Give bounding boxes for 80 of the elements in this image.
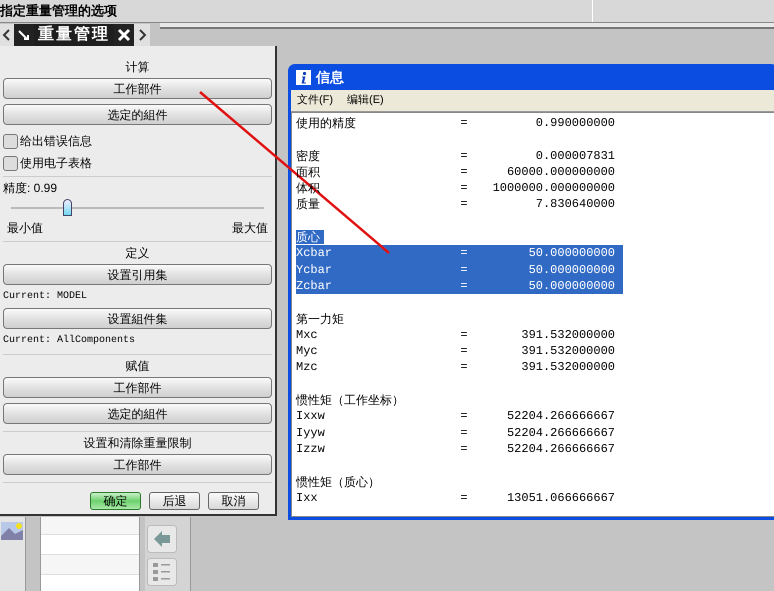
row-label: 质量 [296, 196, 321, 213]
row-label: Mzc [296, 359, 319, 376]
section-heading: 定义 [124, 245, 150, 262]
equals-sign: = [459, 148, 469, 164]
equals-sign: = [459, 164, 469, 180]
row-label: Izzw [296, 440, 326, 458]
equals-sign: = [459, 262, 469, 278]
row-label: 使用的精度 [296, 115, 357, 132]
row-value: 52204.266666667 [506, 424, 616, 441]
current-value-text: Current: MODEL [3, 290, 88, 304]
section-heading: 赋值 [124, 358, 150, 375]
row-value: 60000.000000000 [506, 164, 616, 180]
panel-button[interactable]: 设置引用集 [3, 264, 272, 285]
row-value: 391.532000000 [521, 343, 616, 360]
row-label: Ixxw [296, 408, 326, 425]
row-value: 1000000.000000000 [492, 180, 616, 196]
section-heading: 质心 [296, 230, 324, 244]
row-label: Ixx [296, 490, 319, 506]
row-value: 0.990000000 [536, 115, 616, 132]
equals-sign: = [459, 278, 469, 294]
window-title: 信息 [316, 68, 344, 86]
tab[interactable]: 重量管理 [34, 24, 114, 46]
current-value-text: Current: AllComponents [3, 334, 136, 348]
row-label: 密度 [296, 148, 321, 164]
section-heading: 计算 [124, 59, 150, 76]
row-value: 50.000000000 [528, 262, 616, 278]
ok-button[interactable]: 确定 [90, 492, 141, 510]
menu-item[interactable]: 编辑(E) [347, 92, 384, 109]
equals-sign: = [459, 359, 469, 376]
row-value: 391.532000000 [521, 359, 616, 376]
equals-sign: = [459, 326, 469, 344]
min-label: 最小值 [7, 220, 43, 237]
section-heading: 第一力矩 [296, 312, 345, 326]
row-label: Ycbar [296, 262, 334, 278]
info-icon [296, 70, 311, 84]
checkbox[interactable] [3, 156, 18, 170]
row-label: Zcbar [296, 278, 334, 294]
row-label: Myc [296, 343, 319, 360]
row-value: 13051.066666667 [506, 490, 616, 506]
row-value: 50.000000000 [528, 245, 616, 262]
equals-sign: = [459, 245, 469, 262]
section-heading: 惯性矩（质心） [296, 474, 381, 489]
equals-sign: = [459, 424, 469, 441]
row-label: Iyyw [296, 424, 326, 441]
panel-button[interactable]: 选定的組件 [3, 403, 272, 424]
dialog-button[interactable]: 取消 [208, 492, 259, 510]
equals-sign: = [459, 196, 469, 213]
row-value: 52204.266666667 [506, 408, 616, 425]
row-value: 0.000007831 [536, 148, 616, 164]
equals-sign: = [459, 440, 469, 458]
row-label: Mxc [296, 326, 319, 344]
equals-sign: = [459, 490, 469, 506]
panel-button[interactable]: 工作部件 [3, 454, 272, 475]
row-value: 391.532000000 [521, 326, 616, 344]
checkbox-label: 给出错误信息 [20, 133, 92, 150]
row-value: 50.000000000 [528, 278, 616, 294]
section-heading: 惯性矩（工作坐标） [296, 393, 405, 408]
equals-sign: = [459, 180, 469, 196]
row-label: 面积 [296, 164, 321, 180]
panel-button[interactable]: 选定的組件 [3, 104, 272, 125]
menu-item[interactable]: 文件(F) [297, 92, 334, 109]
landscape-image-icon[interactable] [1, 522, 23, 540]
checkbox[interactable] [3, 134, 18, 148]
slider-thumb[interactable] [62, 199, 72, 216]
slider-label: 精度: 0.99 [3, 180, 58, 197]
max-label: 最大值 [232, 220, 268, 237]
panel-button[interactable]: 工作部件 [3, 78, 272, 99]
dialog-button[interactable]: 后退 [149, 492, 200, 510]
row-value: 52204.266666667 [506, 440, 616, 458]
equals-sign: = [459, 115, 469, 132]
pin-icon[interactable] [14, 24, 34, 46]
panel-button[interactable]: 工作部件 [3, 377, 272, 398]
row-label: Xcbar [296, 245, 334, 262]
panel-button[interactable]: 设置組件集 [3, 308, 272, 329]
equals-sign: = [459, 343, 469, 360]
checkbox-label: 使用电子表格 [20, 155, 92, 172]
row-value: 7.830640000 [536, 196, 616, 213]
equals-sign: = [459, 408, 469, 425]
section-heading: 设置和清除重量限制 [82, 435, 192, 452]
close-icon[interactable] [114, 24, 134, 46]
